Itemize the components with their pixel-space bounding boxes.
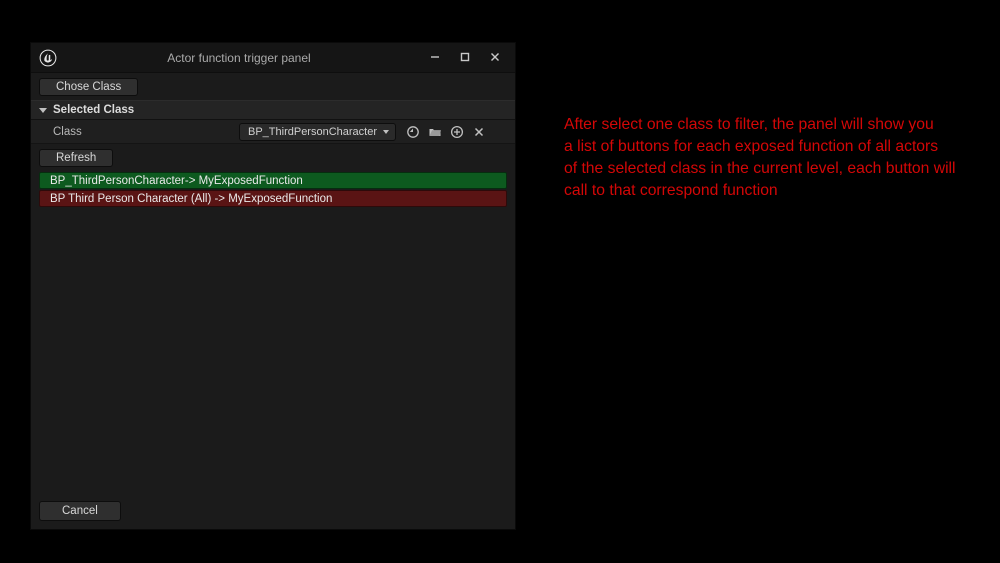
annotation-text: After select one class to filter, the pa… xyxy=(564,114,1000,202)
function-button[interactable]: BP_ThirdPersonCharacter-> MyExposedFunct… xyxy=(39,172,507,189)
clear-button[interactable] xyxy=(472,125,486,139)
unreal-logo-icon xyxy=(39,49,57,67)
function-list: BP_ThirdPersonCharacter-> MyExposedFunct… xyxy=(31,172,515,499)
cancel-button[interactable]: Cancel xyxy=(39,501,121,521)
folder-icon xyxy=(428,125,442,139)
close-button[interactable] xyxy=(481,47,509,69)
close-icon xyxy=(490,51,500,65)
x-icon xyxy=(472,125,486,139)
maximize-icon xyxy=(460,51,470,65)
open-folder-button[interactable] xyxy=(428,125,442,139)
toolbar: Chose Class xyxy=(31,73,515,100)
refresh-row: Refresh xyxy=(31,144,515,172)
chevron-down-icon xyxy=(383,130,389,134)
function-button[interactable]: BP Third Person Character (All) -> MyExp… xyxy=(39,190,507,207)
create-new-button[interactable] xyxy=(450,125,464,139)
browse-to-asset-button[interactable] xyxy=(406,125,420,139)
chevron-down-icon xyxy=(39,108,47,113)
chose-class-button[interactable]: Chose Class xyxy=(39,78,138,96)
class-dropdown-value: BP_ThirdPersonCharacter xyxy=(248,126,377,138)
bottom-bar: Cancel xyxy=(31,499,515,529)
class-property-row: Class BP_ThirdPersonCharacter xyxy=(31,120,515,144)
class-dropdown[interactable]: BP_ThirdPersonCharacter xyxy=(239,123,396,141)
actor-function-trigger-panel: Actor function trigger panel xyxy=(30,42,516,530)
window-controls xyxy=(421,47,509,69)
minimize-button[interactable] xyxy=(421,47,449,69)
class-property-label: Class xyxy=(53,126,233,138)
browse-icon xyxy=(406,125,420,139)
class-row-actions xyxy=(406,125,486,139)
refresh-button[interactable]: Refresh xyxy=(39,149,113,167)
plus-circle-icon xyxy=(450,125,464,139)
titlebar: Actor function trigger panel xyxy=(31,43,515,73)
section-title: Selected Class xyxy=(53,104,134,116)
selected-class-section-header[interactable]: Selected Class xyxy=(31,100,515,120)
window-title: Actor function trigger panel xyxy=(65,51,413,65)
minimize-icon xyxy=(430,51,440,65)
maximize-button[interactable] xyxy=(451,47,479,69)
